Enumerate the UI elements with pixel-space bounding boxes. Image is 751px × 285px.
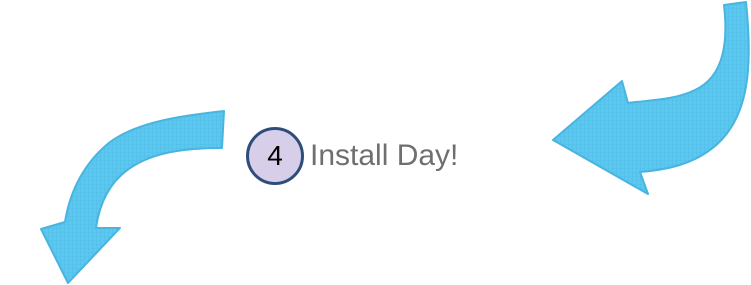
step-number: 4 bbox=[267, 140, 283, 171]
step-number-badge: 4 bbox=[246, 127, 304, 185]
step-label: 4 Install Day! bbox=[246, 126, 458, 186]
step-title: Install Day! bbox=[310, 139, 459, 172]
outgoing-arrow bbox=[40, 110, 225, 284]
incoming-arrow bbox=[552, 1, 750, 195]
